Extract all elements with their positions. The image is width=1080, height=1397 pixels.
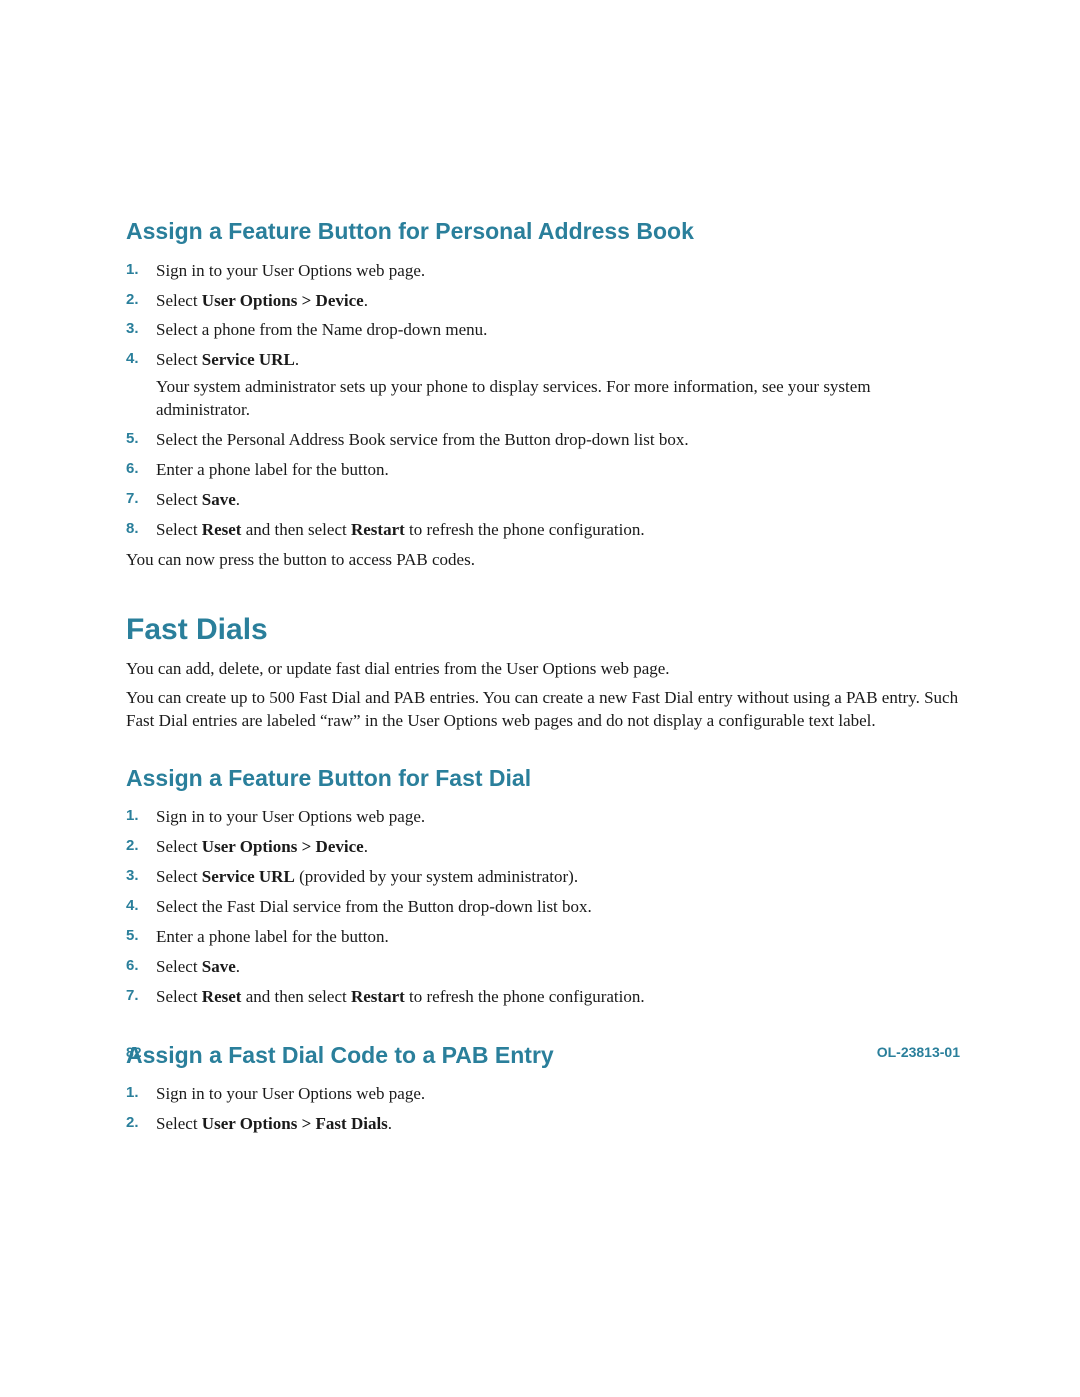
step-text: Sign in to your User Options web page.: [156, 1084, 425, 1103]
step-bold: Restart: [351, 520, 405, 539]
step-item: Select Reset and then select Restart to …: [126, 519, 960, 542]
step-text: .: [388, 1114, 392, 1133]
step-text: Sign in to your User Options web page.: [156, 261, 425, 280]
step-text: Select a phone from the Name drop-down m…: [156, 320, 487, 339]
step-item: Enter a phone label for the button.: [126, 926, 960, 949]
step-text: Select: [156, 957, 202, 976]
step-note: Your system administrator sets up your p…: [156, 376, 960, 422]
step-text: and then select: [241, 520, 351, 539]
step-bold: Save: [202, 490, 236, 509]
heading-fast-dials: Fast Dials: [126, 612, 960, 648]
step-text: Enter a phone label for the button.: [156, 460, 389, 479]
step-item: Sign in to your User Options web page.: [126, 260, 960, 283]
step-text: Sign in to your User Options web page.: [156, 807, 425, 826]
steps-assign-fastdial: Sign in to your User Options web page. S…: [126, 806, 960, 1009]
step-bold: Reset: [202, 520, 242, 539]
step-text: Select the Fast Dial service from the Bu…: [156, 897, 592, 916]
page-footer: 82 OL-23813-01: [126, 1044, 960, 1060]
step-text: (provided by your system administrator).: [295, 867, 578, 886]
step-bold: Restart: [351, 987, 405, 1006]
step-text: .: [295, 350, 299, 369]
step-bold: User Options > Device: [202, 291, 364, 310]
step-bold: Reset: [202, 987, 242, 1006]
step-item: Select User Options > Device.: [126, 290, 960, 313]
step-bold: User Options > Fast Dials: [202, 1114, 388, 1133]
step-item: Sign in to your User Options web page.: [126, 1083, 960, 1106]
step-item: Select the Personal Address Book service…: [126, 429, 960, 452]
step-item: Sign in to your User Options web page.: [126, 806, 960, 829]
page-number: 82: [126, 1044, 142, 1060]
step-text: Select: [156, 291, 202, 310]
step-item: Select Save.: [126, 956, 960, 979]
step-text: .: [236, 957, 240, 976]
step-text: to refresh the phone configuration.: [405, 520, 645, 539]
step-bold: Service URL: [202, 350, 295, 369]
steps-assign-pab: Sign in to your User Options web page. S…: [126, 260, 960, 542]
step-text: Select the Personal Address Book service…: [156, 430, 689, 449]
step-bold: Save: [202, 957, 236, 976]
heading-assign-pab: Assign a Feature Button for Personal Add…: [126, 218, 960, 246]
paragraph: You can create up to 500 Fast Dial and P…: [126, 687, 960, 733]
document-id: OL-23813-01: [877, 1044, 960, 1060]
step-bold: Service URL: [202, 867, 295, 886]
step-text: .: [364, 837, 368, 856]
step-text: Enter a phone label for the button.: [156, 927, 389, 946]
step-text: Select: [156, 867, 202, 886]
heading-assign-fastdial: Assign a Feature Button for Fast Dial: [126, 765, 960, 793]
step-item: Select a phone from the Name drop-down m…: [126, 319, 960, 342]
step-bold: User Options > Device: [202, 837, 364, 856]
step-item: Select Save.: [126, 489, 960, 512]
step-text: Select: [156, 350, 202, 369]
step-text: Select: [156, 490, 202, 509]
step-text: Select: [156, 837, 202, 856]
step-item: Select User Options > Fast Dials.: [126, 1113, 960, 1136]
closing-paragraph: You can now press the button to access P…: [126, 549, 960, 572]
step-text: Select: [156, 520, 202, 539]
step-item: Enter a phone label for the button.: [126, 459, 960, 482]
step-item: Select Service URL (provided by your sys…: [126, 866, 960, 889]
step-item: Select Service URL. Your system administ…: [126, 349, 960, 422]
step-text: .: [364, 291, 368, 310]
step-item: Select User Options > Device.: [126, 836, 960, 859]
step-text: to refresh the phone configuration.: [405, 987, 645, 1006]
step-text: .: [236, 490, 240, 509]
paragraph: You can add, delete, or update fast dial…: [126, 658, 960, 681]
document-page: Assign a Feature Button for Personal Add…: [0, 0, 1080, 1397]
steps-assign-fastdial-code: Sign in to your User Options web page. S…: [126, 1083, 960, 1136]
step-item: Select Reset and then select Restart to …: [126, 986, 960, 1009]
step-item: Select the Fast Dial service from the Bu…: [126, 896, 960, 919]
step-text: Select: [156, 1114, 202, 1133]
step-text: Select: [156, 987, 202, 1006]
step-text: and then select: [241, 987, 351, 1006]
